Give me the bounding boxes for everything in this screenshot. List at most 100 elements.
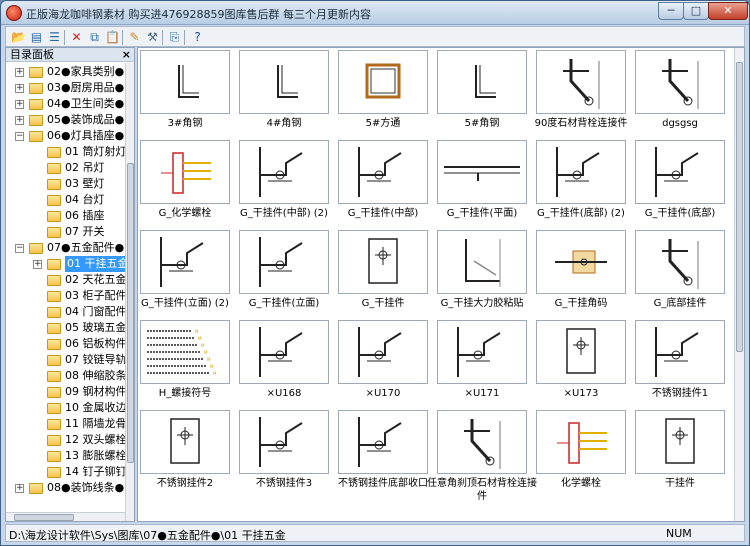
tree-item[interactable]: +08●装饰线条● bbox=[6, 480, 125, 496]
gallery-item[interactable]: G_干挂件(底部) (2) bbox=[532, 138, 630, 228]
tree-item[interactable]: +05●装饰成品● bbox=[6, 112, 125, 128]
gallery-item[interactable]: G_干挂件(中部) bbox=[334, 138, 432, 228]
collapse-icon[interactable]: − bbox=[15, 132, 24, 141]
collapse-icon[interactable]: − bbox=[15, 244, 24, 253]
gallery-item[interactable]: 化学螺栓 bbox=[532, 408, 630, 498]
export-icon[interactable]: ⎘ bbox=[166, 29, 183, 45]
square-tube-icon[interactable] bbox=[338, 50, 428, 114]
tree-item[interactable]: +01 干挂五金 bbox=[6, 255, 125, 273]
plate-icon[interactable] bbox=[338, 230, 428, 294]
gallery-item[interactable]: G_化学螺栓 bbox=[138, 138, 234, 228]
paste-icon[interactable]: 📋 bbox=[104, 29, 121, 45]
delete-icon[interactable]: ✕ bbox=[68, 29, 85, 45]
help-icon[interactable]: ? bbox=[189, 29, 206, 45]
tree-item[interactable]: 07 铰链导轨 bbox=[6, 352, 125, 368]
expand-icon[interactable]: + bbox=[33, 260, 42, 269]
tree-item[interactable]: 08 伸缩胶条 bbox=[6, 368, 125, 384]
copy-icon[interactable]: ⧉ bbox=[86, 29, 103, 45]
close-button[interactable]: ✕ bbox=[708, 2, 748, 20]
angle-steel-icon[interactable] bbox=[239, 50, 329, 114]
plate-icon[interactable] bbox=[536, 320, 626, 384]
tree-item[interactable]: 06 铝板构件 bbox=[6, 336, 125, 352]
title-bar[interactable]: 正版海龙咖啡钢素材 购买进476928859图库售后群 每三个月更新内容 ─ □… bbox=[1, 1, 749, 25]
tree-item[interactable]: 11 隔墙龙骨 bbox=[6, 416, 125, 432]
gallery-item[interactable]: 不锈钢挂件3 bbox=[235, 408, 333, 498]
hanger-icon[interactable] bbox=[635, 320, 725, 384]
tree-item[interactable]: 10 金属收边 bbox=[6, 400, 125, 416]
gallery-item[interactable]: 3#角钢 bbox=[138, 48, 234, 138]
hanger-icon[interactable] bbox=[140, 230, 230, 294]
browse-icon[interactable]: ▤ bbox=[28, 29, 45, 45]
tree-item[interactable]: 04 门窗配件 bbox=[6, 304, 125, 320]
anchor-icon[interactable] bbox=[536, 230, 626, 294]
adhesive-icon[interactable] bbox=[437, 230, 527, 294]
flat-hanger-icon[interactable] bbox=[437, 140, 527, 204]
gallery-item[interactable]: 4#角钢 bbox=[235, 48, 333, 138]
tree-item[interactable]: 01 筒灯射灯 bbox=[6, 144, 125, 160]
gallery-item[interactable]: dgsgsg bbox=[631, 48, 729, 138]
hanger-icon[interactable] bbox=[239, 140, 329, 204]
hanger-icon[interactable] bbox=[239, 320, 329, 384]
tree-item[interactable]: 03 壁灯 bbox=[6, 176, 125, 192]
hanger-icon[interactable] bbox=[338, 320, 428, 384]
tree-item[interactable]: − 06●灯具插座● bbox=[6, 128, 125, 144]
gallery-item[interactable]: ×U173 bbox=[532, 318, 630, 408]
hanger-icon[interactable] bbox=[437, 320, 527, 384]
gallery-item[interactable]: G_干挂件(中部) (2) bbox=[235, 138, 333, 228]
tree-item[interactable]: 06 插座 bbox=[6, 208, 125, 224]
gallery-item[interactable]: 任意角刹顶石材背栓连接件 bbox=[427, 408, 537, 502]
gallery-item[interactable]: 不锈钢挂件2 bbox=[138, 408, 234, 498]
chemical-bolt-icon[interactable] bbox=[140, 140, 230, 204]
panel-close-button[interactable]: × bbox=[122, 48, 131, 62]
tree-item[interactable]: − 07●五金配件● bbox=[6, 240, 125, 256]
angle-steel-icon[interactable] bbox=[140, 50, 230, 114]
gallery-scroll-thumb[interactable] bbox=[736, 62, 743, 352]
expand-icon[interactable]: + bbox=[15, 68, 24, 77]
tree-item[interactable]: 04 台灯 bbox=[6, 192, 125, 208]
gallery-item[interactable]: 90度石材背栓连接件 bbox=[532, 48, 630, 138]
hanger-icon[interactable] bbox=[338, 140, 428, 204]
gallery-item[interactable]: M M M M M M M H_螺接符号 bbox=[138, 318, 234, 408]
gallery-item[interactable]: G_干挂大力胶粘贴 bbox=[433, 228, 531, 318]
hanger-icon[interactable] bbox=[338, 410, 428, 474]
gallery-item[interactable]: G_干挂件(平面) bbox=[433, 138, 531, 228]
plate-icon[interactable] bbox=[635, 410, 725, 474]
gallery-item[interactable]: G_干挂件(立面) bbox=[235, 228, 333, 318]
bracket-icon[interactable] bbox=[635, 230, 725, 294]
gallery-item[interactable]: ×U170 bbox=[334, 318, 432, 408]
tree-item[interactable]: +03●厨房用品● bbox=[6, 80, 125, 96]
expand-icon[interactable]: + bbox=[15, 484, 24, 493]
tree-item[interactable]: 12 双头螺栓 bbox=[6, 432, 125, 448]
tree-hscroll-thumb[interactable] bbox=[14, 514, 74, 521]
expand-icon[interactable]: + bbox=[15, 100, 24, 109]
gallery-item[interactable]: G_干挂角码 bbox=[532, 228, 630, 318]
tree-item[interactable]: 13 膨胀螺栓 bbox=[6, 448, 125, 464]
tree-item[interactable]: 02 天花五金 bbox=[6, 272, 125, 288]
expand-icon[interactable]: + bbox=[15, 84, 24, 93]
bracket-icon[interactable] bbox=[437, 410, 527, 474]
tree-item[interactable]: 05 玻璃五金 bbox=[6, 320, 125, 336]
chemical-bolt-icon[interactable] bbox=[536, 410, 626, 474]
tree-horizontal-scrollbar[interactable] bbox=[6, 512, 125, 521]
tree-item[interactable]: 07 开关 bbox=[6, 224, 125, 240]
tree-item[interactable]: 03 柜子配件 bbox=[6, 288, 125, 304]
gallery-item[interactable]: 不锈钢挂件1 bbox=[631, 318, 729, 408]
gallery-item[interactable]: G_底部挂件 bbox=[631, 228, 729, 318]
gallery-item[interactable]: ×U171 bbox=[433, 318, 531, 408]
bracket-icon[interactable] bbox=[536, 50, 626, 114]
expand-icon[interactable]: + bbox=[15, 116, 24, 125]
hanger-icon[interactable] bbox=[239, 410, 329, 474]
gallery-item[interactable]: G_干挂件(底部) bbox=[631, 138, 729, 228]
tree-vertical-scrollbar[interactable] bbox=[125, 63, 134, 521]
gallery-item[interactable]: G_干挂件 bbox=[334, 228, 432, 318]
gallery-item[interactable]: G_干挂件(立面) (2) bbox=[138, 228, 234, 318]
hanger-icon[interactable] bbox=[635, 140, 725, 204]
maximize-button[interactable]: □ bbox=[683, 2, 709, 20]
app-logo-icon[interactable] bbox=[6, 5, 22, 21]
tree-item[interactable]: +04●卫生间类● bbox=[6, 96, 125, 112]
bolt-symbol-icon[interactable]: MMMMMMM bbox=[140, 320, 230, 384]
tree-item[interactable]: 02 吊灯 bbox=[6, 160, 125, 176]
angle-steel-icon[interactable] bbox=[437, 50, 527, 114]
gallery-item[interactable]: 5#方通 bbox=[334, 48, 432, 138]
plate-icon[interactable] bbox=[140, 410, 230, 474]
